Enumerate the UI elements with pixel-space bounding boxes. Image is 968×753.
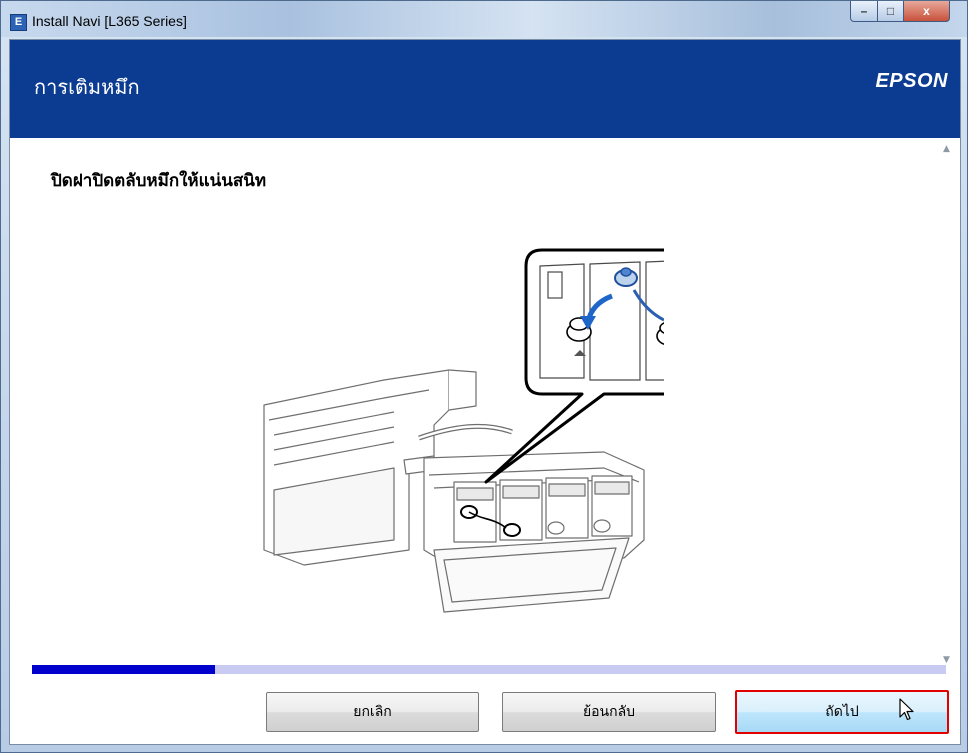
close-button[interactable]: x bbox=[904, 1, 950, 22]
instruction-text: ปิดฝาปิดตลับหมึกให้แน่นสนิท bbox=[51, 171, 267, 191]
caption-buttons: – □ x bbox=[850, 1, 950, 22]
progress-bar bbox=[32, 665, 946, 674]
content-scrollbar[interactable]: ▲ ▼ bbox=[940, 138, 957, 665]
mouse-cursor-icon bbox=[899, 698, 914, 721]
header-band: การเติมหมึก EPSON bbox=[10, 40, 960, 138]
scroll-down-icon[interactable]: ▼ bbox=[943, 655, 950, 665]
epson-app-icon: E bbox=[10, 14, 27, 31]
next-button-label: ถัดไป bbox=[825, 704, 859, 720]
title-bar[interactable]: E Install Navi [L365 Series] – □ x bbox=[1, 1, 967, 37]
next-button[interactable]: ถัดไป bbox=[735, 690, 949, 734]
maximize-button[interactable]: □ bbox=[878, 1, 904, 22]
installer-window: E Install Navi [L365 Series] – □ x การเต… bbox=[0, 0, 968, 753]
scroll-up-icon[interactable]: ▲ bbox=[943, 144, 950, 154]
cancel-button[interactable]: ยกเลิก bbox=[266, 692, 479, 732]
window-title: Install Navi [L365 Series] bbox=[32, 13, 187, 29]
client-area: การเติมหมึก EPSON ปิดฝาปิดตลับหมึกให้แน่… bbox=[9, 39, 961, 745]
content-panel: ปิดฝาปิดตลับหมึกให้แน่นสนิท ▲ ▼ bbox=[22, 138, 957, 665]
back-button[interactable]: ย้อนกลับ bbox=[502, 692, 716, 732]
printer-ink-tank-cap-icon bbox=[263, 248, 664, 613]
minimize-button[interactable]: – bbox=[850, 1, 878, 22]
page-title: การเติมหมึก bbox=[34, 75, 140, 99]
epson-logo: EPSON bbox=[875, 70, 948, 92]
progress-fill bbox=[32, 665, 215, 674]
